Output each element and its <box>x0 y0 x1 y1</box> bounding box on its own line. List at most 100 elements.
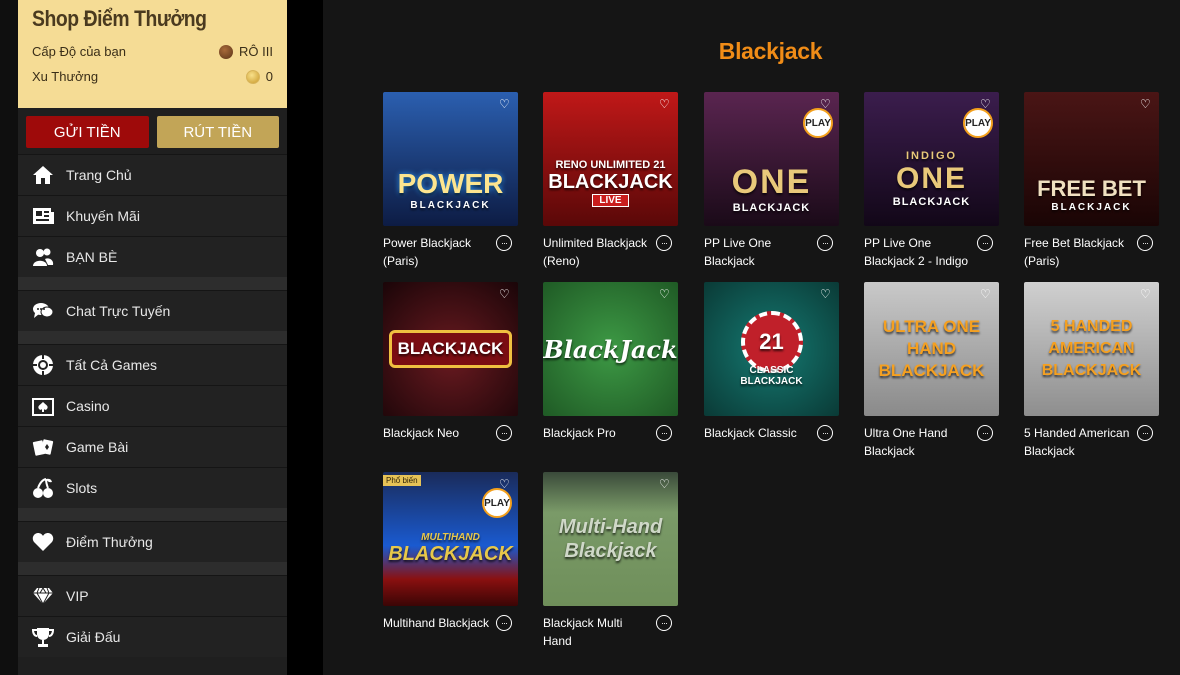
home-icon <box>32 164 54 186</box>
game-name: Ultra One Hand Blackjack <box>864 426 948 458</box>
game-card[interactable]: 5 HANDED AMERICAN BLACKJACK ♡ 5 Handed A… <box>1024 282 1159 460</box>
favorite-heart-icon[interactable]: ♡ <box>1140 288 1152 300</box>
more-options-icon[interactable]: ··· <box>977 425 993 441</box>
game-name: PP Live One Blackjack 2 - Indigo <box>864 236 969 268</box>
newspaper-icon <box>32 205 54 227</box>
play-badge-icon: PLAY <box>963 108 993 138</box>
popular-badge: Phổ biến <box>383 475 421 486</box>
sidebar-item-vip[interactable]: VIP <box>18 575 287 616</box>
more-options-icon[interactable]: ··· <box>496 615 512 631</box>
cards-icon <box>32 436 54 458</box>
thumbnail-art-subtitle: BLACKJACK <box>410 199 491 211</box>
sidebar-item-label: Điểm Thưởng <box>66 534 153 550</box>
favorite-heart-icon[interactable]: ♡ <box>659 98 671 110</box>
sidebar-item-label: Game Bài <box>66 439 129 455</box>
game-card[interactable]: Multi-Hand Blackjack ♡ Blackjack Multi H… <box>543 472 678 650</box>
favorite-heart-icon[interactable]: ♡ <box>659 288 671 300</box>
nav-divider <box>18 331 287 344</box>
cashier-buttons: GỬI TIỀN RÚT TIỀN <box>18 108 287 154</box>
casino-icon <box>32 395 54 417</box>
thumbnail-art-title: BLACKJACK <box>388 330 513 368</box>
thumbnail-art: RENO UNLIMITED 21 BLACKJACK LIVE <box>543 92 678 226</box>
more-options-icon[interactable]: ··· <box>977 235 993 251</box>
game-card[interactable]: ULTRA ONE HAND BLACKJACK ♡ Ultra One Han… <box>864 282 999 460</box>
game-card[interactable]: 21 CLASSIC BLACKJACK ♡ Blackjack Classic… <box>704 282 839 442</box>
points-label: Xu Thưởng <box>32 69 99 84</box>
heart-icon <box>32 531 54 553</box>
thumbnail-art: FREE BET BLACKJACK <box>1024 92 1159 226</box>
reward-shop-panel[interactable]: Shop Điểm Thưởng Cấp Độ của bạn RÔ III X… <box>18 0 287 108</box>
game-thumbnail[interactable]: POWER BLACKJACK ♡ <box>383 92 518 226</box>
game-thumbnail[interactable]: BlackJack ♡ <box>543 282 678 416</box>
thumbnail-art-subtitle: BLACKJACK <box>732 201 811 214</box>
favorite-heart-icon[interactable]: ♡ <box>499 478 511 490</box>
game-card[interactable]: BlackJack ♡ Blackjack Pro ··· <box>543 282 678 442</box>
thumbnail-art-title: ONE <box>895 162 967 195</box>
game-name: Free Bet Blackjack (Paris) <box>1024 236 1125 268</box>
withdraw-button[interactable]: RÚT TIỀN <box>156 116 279 148</box>
friends-icon <box>32 246 54 268</box>
game-card[interactable]: MULTIHAND BLACKJACK Phổ biến PLAY ♡ Mult… <box>383 472 518 632</box>
game-thumbnail[interactable]: INDIGO ONE BLACKJACK PLAY ♡ <box>864 92 999 226</box>
thumbnail-art-top: INDIGO <box>905 150 958 162</box>
more-options-icon[interactable]: ··· <box>656 425 672 441</box>
game-thumbnail[interactable]: RENO UNLIMITED 21 BLACKJACK LIVE ♡ <box>543 92 678 226</box>
more-options-icon[interactable]: ··· <box>496 235 512 251</box>
more-options-icon[interactable]: ··· <box>1137 425 1153 441</box>
game-card[interactable]: BLACKJACK ♡ Blackjack Neo ··· <box>383 282 518 442</box>
shop-title[interactable]: Shop Điểm Thưởng <box>32 6 244 32</box>
sidebar-item-casino[interactable]: Casino <box>18 385 287 426</box>
more-options-icon[interactable]: ··· <box>656 235 672 251</box>
game-thumbnail[interactable]: MULTIHAND BLACKJACK Phổ biến PLAY ♡ <box>383 472 518 606</box>
sidebar-item-home[interactable]: Trang Chủ <box>18 154 287 195</box>
favorite-heart-icon[interactable]: ♡ <box>980 98 992 110</box>
game-name: Unlimited Blackjack (Reno) <box>543 236 648 268</box>
thumbnail-art-title: 5 HANDED AMERICAN BLACKJACK <box>1041 318 1142 379</box>
game-thumbnail[interactable]: FREE BET BLACKJACK ♡ <box>1024 92 1159 226</box>
game-card[interactable]: ONE BLACKJACK PLAY ♡ PP Live One Blackja… <box>704 92 839 270</box>
game-thumbnail[interactable]: Multi-Hand Blackjack ♡ <box>543 472 678 606</box>
game-thumbnail[interactable]: ONE BLACKJACK PLAY ♡ <box>704 92 839 226</box>
favorite-heart-icon[interactable]: ♡ <box>499 288 511 300</box>
sidebar-item-rewards[interactable]: Điểm Thưởng <box>18 521 287 562</box>
game-card[interactable]: RENO UNLIMITED 21 BLACKJACK LIVE ♡ Unlim… <box>543 92 678 270</box>
game-name: Blackjack Pro <box>543 426 616 440</box>
sidebar-item-label: Casino <box>66 398 110 414</box>
game-thumbnail[interactable]: 21 CLASSIC BLACKJACK ♡ <box>704 282 839 416</box>
game-thumbnail[interactable]: BLACKJACK ♡ <box>383 282 518 416</box>
game-card[interactable]: POWER BLACKJACK ♡ Power Blackjack (Paris… <box>383 92 518 270</box>
cherries-icon <box>32 477 54 499</box>
sidebar-item-friends[interactable]: BẠN BÈ <box>18 236 287 277</box>
sidebar-item-chat[interactable]: Chat Trực Tuyến <box>18 290 287 331</box>
game-thumbnail[interactable]: 5 HANDED AMERICAN BLACKJACK ♡ <box>1024 282 1159 416</box>
more-options-icon[interactable]: ··· <box>496 425 512 441</box>
nav-divider <box>18 508 287 521</box>
points-value: 0 <box>265 69 273 84</box>
more-options-icon[interactable]: ··· <box>1137 235 1153 251</box>
thumbnail-art: BlackJack <box>543 282 678 416</box>
deposit-button[interactable]: GỬI TIỀN <box>26 116 149 148</box>
sidebar-item-all-games[interactable]: Tất Cả Games <box>18 344 287 385</box>
sidebar-item-promotions[interactable]: Khuyến Mãi <box>18 195 287 236</box>
diamond-icon <box>32 585 54 607</box>
more-options-icon[interactable]: ··· <box>817 235 833 251</box>
favorite-heart-icon[interactable]: ♡ <box>980 288 992 300</box>
thumbnail-art: POWER BLACKJACK <box>383 92 518 226</box>
sidebar-item-tournaments[interactable]: Giải Đấu <box>18 616 287 657</box>
sidebar-item-card-games[interactable]: Game Bài <box>18 426 287 467</box>
favorite-heart-icon[interactable]: ♡ <box>820 98 832 110</box>
favorite-heart-icon[interactable]: ♡ <box>820 288 832 300</box>
game-thumbnail[interactable]: ULTRA ONE HAND BLACKJACK ♡ <box>864 282 999 416</box>
thumbnail-art-top: RENO UNLIMITED 21 <box>555 159 666 171</box>
more-options-icon[interactable]: ··· <box>817 425 833 441</box>
favorite-heart-icon[interactable]: ♡ <box>499 98 511 110</box>
thumbnail-art-title: Multi-Hand Blackjack <box>558 516 663 562</box>
game-card[interactable]: FREE BET BLACKJACK ♡ Free Bet Blackjack … <box>1024 92 1159 270</box>
sidebar-item-label: VIP <box>66 588 89 604</box>
favorite-heart-icon[interactable]: ♡ <box>1140 98 1152 110</box>
game-card[interactable]: INDIGO ONE BLACKJACK PLAY ♡ PP Live One … <box>864 92 999 270</box>
sidebar-item-slots[interactable]: Slots <box>18 467 287 508</box>
more-options-icon[interactable]: ··· <box>656 615 672 631</box>
thumbnail-art-subtitle: LIVE <box>592 194 629 207</box>
favorite-heart-icon[interactable]: ♡ <box>659 478 671 490</box>
